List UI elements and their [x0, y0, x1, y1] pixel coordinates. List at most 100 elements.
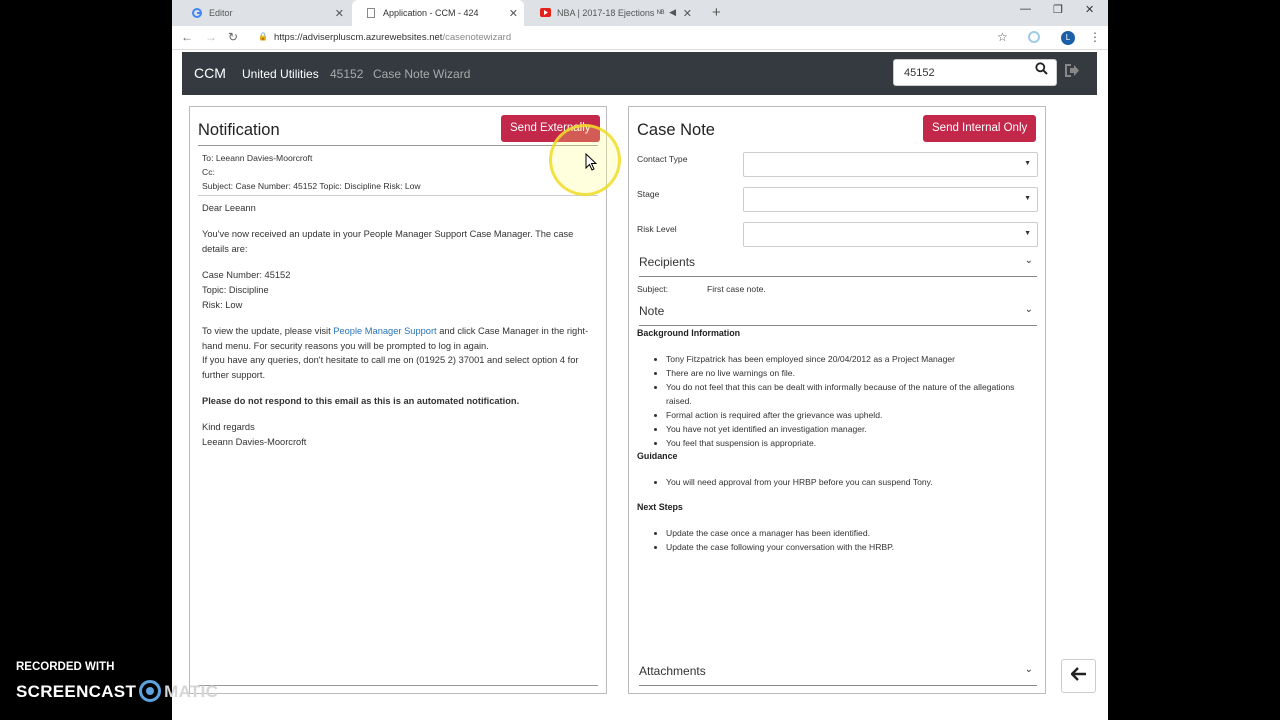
case-number-line: Case Number: 45152 — [202, 270, 291, 280]
note-label: Note — [639, 304, 665, 318]
watermark-brand: SCREENCAST — [16, 682, 137, 701]
logout-icon[interactable] — [1063, 63, 1080, 82]
divider — [198, 685, 598, 686]
case-number-link[interactable]: 45152 — [330, 67, 363, 81]
background-heading: Background Information — [637, 328, 741, 338]
lock-icon: 🔒 — [258, 32, 268, 41]
screencast-logo-icon — [139, 680, 162, 702]
list-item: You will need approval from your HRBP be… — [666, 475, 1036, 489]
chevron-down-icon[interactable]: ⌄ — [1025, 255, 1033, 266]
search-icon[interactable] — [1035, 62, 1048, 78]
guidance-heading: Guidance — [637, 451, 678, 461]
email-subject: Subject: Case Number: 45152 Topic: Disci… — [202, 181, 421, 191]
url-host: https://adviserpluscm.azurewebsites.net — [274, 32, 443, 43]
youtube-icon — [540, 8, 551, 18]
send-internal-button[interactable]: Send Internal Only — [923, 115, 1037, 142]
forward-icon[interactable]: → — [205, 30, 217, 44]
restore-icon[interactable]: ❐ — [1053, 3, 1063, 16]
greeting: Dear Leeann — [202, 203, 256, 213]
topic-line: Topic: Discipline — [202, 285, 269, 295]
list-item: Formal action is required after the grie… — [666, 408, 1036, 422]
list-item: You have not yet identified an investiga… — [666, 422, 1036, 436]
bookmark-star-icon[interactable]: ☆ — [997, 30, 1008, 44]
subject-value[interactable]: First case note. — [707, 284, 766, 294]
url-field[interactable]: https://adviserpluscm.azurewebsites.net/… — [274, 32, 511, 43]
case-note-title: Case Note — [637, 121, 715, 139]
watermark-brand-suffix: MATIC — [164, 682, 219, 701]
list-item: You do not feel that this can be dealt w… — [666, 380, 1036, 408]
tab-label: NBA | 2017-18 Ejections ᴺᴮ — [557, 8, 665, 18]
chevron-down-icon: ▼ — [1024, 195, 1031, 202]
app-header: CCM United Utilities 45152 Case Note Wiz… — [182, 52, 1097, 95]
stage-label: Stage — [637, 189, 660, 199]
email-cc: Cc: — [202, 167, 215, 177]
regards: Kind regards — [202, 422, 255, 432]
no-reply-warning: Please do not respond to this email as t… — [202, 396, 520, 406]
profile-avatar[interactable]: L — [1061, 31, 1075, 45]
close-window-icon[interactable]: ✕ — [1085, 3, 1094, 16]
watermark-line2: SCREENCAST MATIC — [16, 680, 218, 702]
queries-text: If you have any queries, don't hesitate … — [202, 355, 579, 380]
minimize-icon[interactable]: — — [1020, 3, 1031, 15]
tab-editor[interactable]: Editor ✕ — [178, 0, 350, 26]
contact-type-select[interactable]: ▼ — [743, 152, 1038, 177]
list-item: Update the case following your conversat… — [666, 540, 1036, 554]
extension-icon[interactable] — [1028, 31, 1040, 43]
watermark-line1: RECORDED WITH — [16, 661, 115, 673]
intro-text: You've now received an update in your Pe… — [202, 229, 574, 254]
search-input[interactable]: 45152 — [893, 59, 1057, 86]
view-pre: To view the update, please visit — [202, 326, 334, 336]
risk-level-label: Risk Level — [637, 224, 677, 234]
back-icon[interactable]: ← — [181, 30, 193, 44]
signature: Leeann Davies-Moorcroft — [202, 437, 307, 447]
recipients-label: Recipients — [639, 255, 696, 269]
url-path: /casenotewizard — [442, 32, 512, 43]
risk-level-select[interactable]: ▼ — [743, 222, 1038, 247]
attachments-section[interactable]: Attachments ⌄ — [639, 664, 1037, 686]
new-tab-icon[interactable]: + — [712, 4, 721, 21]
list-item: You feel that suspension is appropriate. — [666, 436, 1036, 450]
brand[interactable]: CCM — [194, 65, 226, 81]
google-icon — [192, 8, 202, 18]
divider — [198, 145, 598, 146]
close-tab-icon[interactable]: ✕ — [509, 7, 518, 20]
back-arrow-button[interactable] — [1061, 659, 1096, 693]
chevron-down-icon[interactable]: ⌄ — [1025, 304, 1033, 315]
chevron-down-icon: ▼ — [1024, 230, 1031, 237]
list-item: Tony Fitzpatrick has been employed since… — [666, 352, 1036, 366]
notification-panel: Notification Send Externally To: Leeann … — [189, 106, 607, 694]
next-steps-list: Update the case once a manager has been … — [666, 526, 1036, 554]
tab-nba[interactable]: NBA | 2017-18 Ejections ᴺᴮ ◀ ✕ — [526, 0, 698, 26]
reload-icon[interactable]: ↻ — [228, 30, 238, 44]
attachments-label: Attachments — [639, 664, 706, 678]
case-note-panel: Case Note Send Internal Only Contact Typ… — [628, 106, 1046, 694]
view-update-text: To view the update, please visit People … — [202, 324, 602, 354]
background-list: Tony Fitzpatrick has been employed since… — [666, 352, 1036, 450]
menu-icon[interactable]: ⋮ — [1089, 30, 1101, 44]
subject-label: Subject: — [637, 284, 669, 294]
risk-line: Risk: Low — [202, 300, 243, 310]
divider — [198, 195, 598, 196]
page-icon — [366, 8, 376, 18]
note-section[interactable]: Note ⌄ — [639, 304, 1037, 326]
page-name: Case Note Wizard — [373, 67, 471, 81]
mouse-cursor-icon — [585, 153, 597, 171]
close-tab-icon[interactable]: ✕ — [683, 7, 692, 20]
chevron-down-icon[interactable]: ⌄ — [1025, 664, 1033, 675]
people-manager-support-link[interactable]: People Manager Support — [333, 326, 436, 336]
stage-select[interactable]: ▼ — [743, 187, 1038, 212]
close-tab-icon[interactable]: ✕ — [335, 7, 344, 20]
tab-label: Editor — [209, 8, 233, 18]
client-link[interactable]: United Utilities — [242, 67, 319, 81]
chevron-down-icon: ▼ — [1024, 160, 1031, 167]
email-to: To: Leeann Davies-Moorcroft — [202, 153, 313, 163]
list-item: Update the case once a manager has been … — [666, 526, 1036, 540]
guidance-list: You will need approval from your HRBP be… — [666, 475, 1036, 489]
speaker-icon[interactable]: ◀ — [669, 7, 676, 18]
tab-application[interactable]: Application - CCM - 424 ✕ — [352, 0, 524, 26]
browser-window: Editor ✕ Application - CCM - 424 ✕ NBA |… — [172, 0, 1108, 720]
recipients-section[interactable]: Recipients ⌄ — [639, 255, 1037, 277]
contact-type-label: Contact Type — [637, 154, 688, 164]
address-bar-row: ← → ↻ 🔒 https://adviserpluscm.azurewebsi… — [172, 26, 1108, 50]
notification-title: Notification — [198, 121, 280, 139]
